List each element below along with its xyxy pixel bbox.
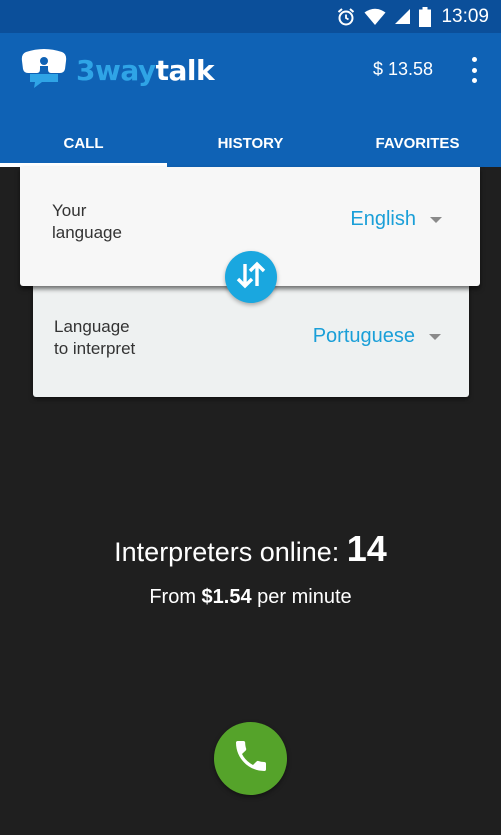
price-suffix: per minute xyxy=(251,586,352,608)
call-button[interactable] xyxy=(214,722,287,795)
phone-logo-icon xyxy=(20,48,68,93)
app-logo: 3waytalk xyxy=(20,48,215,93)
account-balance[interactable]: $ 13.58 xyxy=(373,59,433,80)
signal-icon xyxy=(394,8,411,25)
tab-favorites[interactable]: FAVORITES xyxy=(334,119,501,167)
tab-call[interactable]: CALL xyxy=(0,119,167,167)
dropdown-arrow-icon xyxy=(430,216,442,223)
price-prefix: From xyxy=(149,586,202,608)
interpret-language-value: Portuguese xyxy=(312,325,415,347)
swap-languages-button[interactable] xyxy=(225,251,277,303)
interpreters-online-count: 14 xyxy=(346,528,387,569)
price-per-minute: From $1.54 per minute xyxy=(0,586,501,609)
interpret-language-label: Language to interpret xyxy=(54,317,136,358)
logo-suffix: talk xyxy=(155,54,215,87)
tab-history[interactable]: HISTORY xyxy=(167,119,334,167)
battery-icon xyxy=(419,6,432,27)
app-bar: 3waytalk $ 13.58 CALL HISTORY FAVORITES xyxy=(0,33,501,167)
overflow-menu-icon[interactable] xyxy=(469,57,479,83)
dropdown-arrow-icon xyxy=(429,333,441,340)
wifi-icon xyxy=(364,8,386,26)
tab-bar: CALL HISTORY FAVORITES xyxy=(0,119,501,167)
interpret-language-dropdown[interactable]: Portuguese xyxy=(313,325,441,348)
your-language-label: Your language xyxy=(52,201,122,242)
your-language-value: English xyxy=(350,208,416,230)
price-value: $1.54 xyxy=(201,586,252,608)
interpreters-online: Interpreters online: 14 xyxy=(0,528,501,570)
status-time: 13:09 xyxy=(441,5,489,27)
interpreters-online-label: Interpreters online: xyxy=(114,537,347,567)
status-bar: 13:09 xyxy=(0,0,501,33)
logo-prefix: 3way xyxy=(76,54,156,87)
app-name: 3waytalk xyxy=(76,54,215,87)
your-language-dropdown[interactable]: English xyxy=(350,208,442,231)
alarm-icon xyxy=(336,7,356,27)
phone-icon xyxy=(231,736,271,781)
swap-arrows-icon xyxy=(234,260,268,295)
